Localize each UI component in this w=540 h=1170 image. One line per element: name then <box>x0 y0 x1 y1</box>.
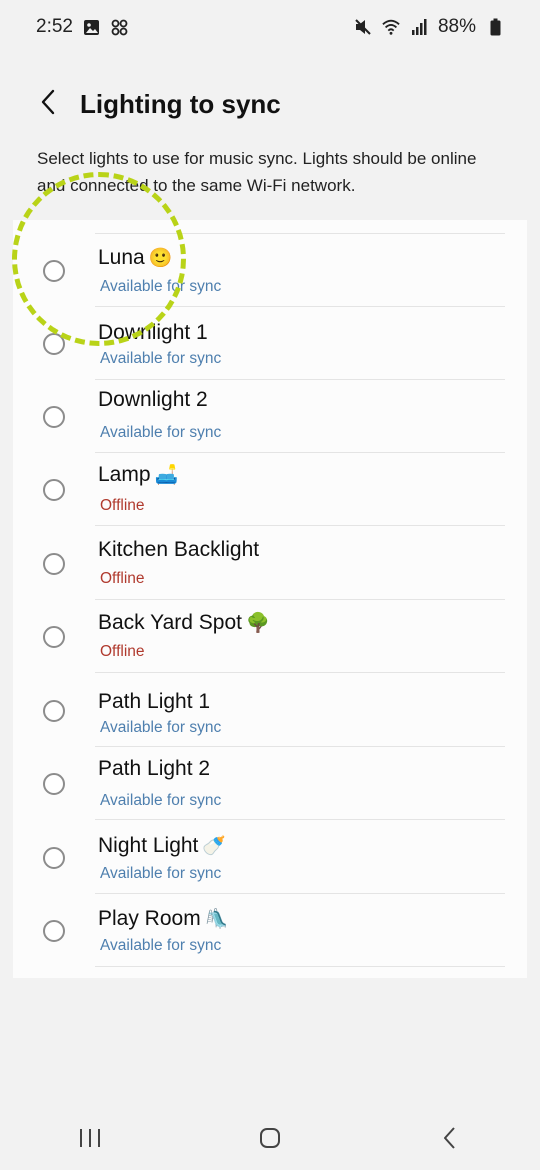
divider <box>95 672 505 673</box>
item-name: Kitchen Backlight <box>98 538 260 561</box>
list-item[interactable]: Lamp 🛋️ Offline <box>13 453 527 526</box>
list-item[interactable]: Night Light 🍼 Available for sync <box>13 821 527 894</box>
radio-button[interactable] <box>43 553 65 575</box>
item-name: Night Light 🍼 <box>98 834 227 857</box>
radio-button[interactable] <box>43 333 65 355</box>
list-item[interactable]: Path Light 2 Available for sync <box>13 747 527 820</box>
smiley-icon: 🙂 <box>148 248 173 269</box>
radio-button[interactable] <box>43 847 65 869</box>
item-status: Available for sync <box>100 937 222 954</box>
navigation-bar <box>0 1110 540 1170</box>
list-item[interactable]: Kitchen Backlight Offline <box>13 527 527 600</box>
radio-button[interactable] <box>43 479 65 501</box>
status-right: 88% <box>354 16 504 38</box>
header: Lighting to sync <box>0 76 540 132</box>
description-text: Select lights to use for music sync. Lig… <box>37 149 477 195</box>
list-item[interactable]: Downlight 1 Available for sync <box>13 307 527 380</box>
nav-back-button[interactable] <box>420 1115 480 1165</box>
back-button[interactable] <box>28 84 68 124</box>
item-status: Offline <box>100 570 145 587</box>
recent-apps-icon <box>78 1127 102 1154</box>
fan-icon <box>111 18 129 36</box>
item-name: Downlight 2 <box>98 388 208 411</box>
home-icon <box>258 1126 282 1155</box>
list-item[interactable]: Play Room 🛝 Available for sync <box>13 894 527 967</box>
item-status: Available for sync <box>100 278 222 295</box>
item-status: Available for sync <box>100 424 222 441</box>
radio-button[interactable] <box>43 700 65 722</box>
tree-icon: 🌳 <box>245 613 270 634</box>
item-name: Downlight 1 <box>98 321 208 344</box>
home-button[interactable] <box>240 1115 300 1165</box>
radio-button[interactable] <box>43 406 65 428</box>
radio-button[interactable] <box>43 920 65 942</box>
divider <box>95 819 505 820</box>
list-item[interactable]: Back Yard Spot 🌳 Offline <box>13 600 527 673</box>
battery-icon <box>486 18 504 36</box>
chevron-left-icon <box>38 88 58 121</box>
item-status: Offline <box>100 643 145 660</box>
signal-icon <box>410 18 428 36</box>
radio-button[interactable] <box>43 773 65 795</box>
item-name: Path Light 1 <box>98 690 211 713</box>
back-icon <box>442 1126 458 1155</box>
item-status: Offline <box>100 497 145 514</box>
item-name: Back Yard Spot 🌳 <box>98 611 270 634</box>
item-name: Path Light 2 <box>98 757 211 780</box>
item-status: Available for sync <box>100 865 222 882</box>
divider <box>95 966 505 967</box>
item-status: Available for sync <box>100 719 222 736</box>
image-icon <box>83 18 101 36</box>
item-name: Play Room 🛝 <box>98 907 229 930</box>
couch-icon: 🛋️ <box>154 465 179 486</box>
status-time: 2:52 <box>36 16 73 37</box>
radio-button[interactable] <box>43 626 65 648</box>
list-item[interactable]: Path Light 1 Available for sync <box>13 674 527 747</box>
item-name: Luna 🙂 <box>98 246 173 269</box>
playground-slide-icon: 🛝 <box>204 909 229 930</box>
lights-list: Luna 🙂 Available for sync Downlight 1 Ava… <box>13 220 527 978</box>
radio-button[interactable] <box>43 260 65 282</box>
status-bar: 2:52 88% <box>0 0 540 54</box>
list-item[interactable]: Luna 🙂 Available for sync <box>13 234 527 307</box>
mute-icon <box>354 18 372 36</box>
page-title: Lighting to sync <box>80 88 281 119</box>
status-left: 2:52 <box>36 16 129 38</box>
item-status: Available for sync <box>100 792 222 809</box>
wifi-icon <box>382 18 400 36</box>
item-status: Available for sync <box>100 350 222 367</box>
item-name: Lamp 🛋️ <box>98 463 179 486</box>
divider <box>95 525 505 526</box>
recent-apps-button[interactable] <box>60 1115 120 1165</box>
list-item[interactable]: Downlight 2 Available for sync <box>13 380 527 453</box>
battery-percent: 88% <box>437 16 476 37</box>
baby-bottle-icon: 🍼 <box>202 836 227 857</box>
